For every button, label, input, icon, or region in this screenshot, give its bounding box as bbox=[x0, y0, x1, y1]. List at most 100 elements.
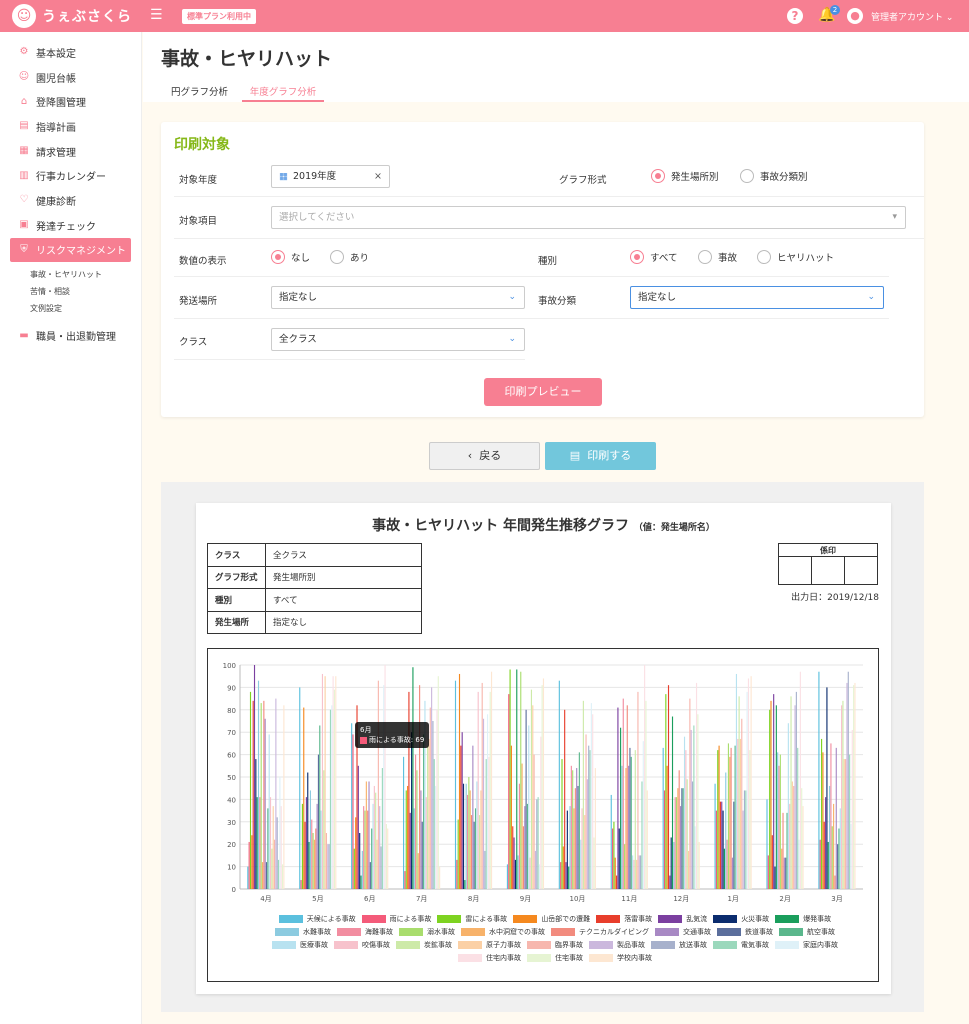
table-row: グラフ形式 発生場所別 bbox=[207, 565, 422, 589]
legend-label: 原子力事故 bbox=[486, 940, 521, 949]
bar bbox=[558, 680, 560, 889]
sidebar-item-4[interactable]: ▦ 請求管理 bbox=[0, 139, 141, 164]
category-select[interactable]: 指定なし ⌄ bbox=[630, 286, 884, 309]
help-icon[interactable]: ? bbox=[787, 8, 803, 24]
bar bbox=[403, 756, 405, 889]
sidebar-item-8[interactable]: ⛨ リスクマネジメント bbox=[10, 237, 131, 263]
bar bbox=[718, 745, 720, 889]
legend-item[interactable]: 天候による事故 bbox=[278, 912, 356, 925]
legend-label: 火災事故 bbox=[741, 914, 770, 923]
legend-item[interactable]: 溺水事故 bbox=[399, 925, 455, 938]
legend-item[interactable]: 原子力事故 bbox=[458, 938, 521, 951]
bar bbox=[574, 788, 576, 889]
legend-item[interactable]: 住宅事故 bbox=[527, 951, 583, 964]
tab-yearly-chart[interactable]: 年度グラフ分析 bbox=[242, 84, 324, 102]
legend-item[interactable]: 学校内事故 bbox=[589, 951, 652, 964]
radio-value-none[interactable]: なし bbox=[271, 250, 310, 264]
legend-item[interactable]: 放送事故 bbox=[651, 938, 707, 951]
report-title-text: 事故・ヒヤリハット 年間発生推移グラフ bbox=[372, 518, 629, 534]
legend-item[interactable]: 山岳部での遭難 bbox=[513, 912, 590, 925]
bar bbox=[304, 821, 306, 889]
bar bbox=[466, 794, 469, 889]
bar bbox=[269, 797, 272, 889]
sidebar-item-6[interactable]: ♡ 健康診断 bbox=[0, 188, 141, 213]
legend-label: 天候による事故 bbox=[306, 914, 356, 923]
submenu-item-template[interactable]: 文例設定 bbox=[30, 300, 141, 317]
legend-item[interactable]: 炭鉱事故 bbox=[396, 938, 452, 951]
x-tick-label: 9月 bbox=[520, 895, 531, 903]
tooltip-body: 雨による事故: 69 bbox=[360, 735, 424, 745]
legend-swatch bbox=[775, 914, 800, 923]
tooltip-text: 雨による事故: 69 bbox=[369, 736, 425, 744]
legend-item[interactable]: 臨界事故 bbox=[527, 938, 583, 951]
legend-item[interactable]: 雷による事故 bbox=[437, 912, 507, 925]
legend-item[interactable]: 航空事故 bbox=[779, 925, 835, 938]
legend-item[interactable]: 咬傷事故 bbox=[334, 938, 390, 951]
legend-item[interactable]: 雨による事故 bbox=[361, 912, 431, 925]
sidebar-item-0[interactable]: ⚙ 基本設定 bbox=[0, 40, 141, 65]
radio-kind-nearmiss[interactable]: ヒヤリハット bbox=[757, 250, 834, 264]
bar bbox=[307, 772, 309, 889]
legend-item[interactable]: 交通事故 bbox=[655, 925, 711, 938]
app-logo[interactable]: ☺ うぇぶさくら bbox=[12, 4, 132, 28]
legend-item[interactable]: 海難事故 bbox=[337, 925, 393, 938]
sidebar-item-1[interactable]: ☺ 園児台帳 bbox=[0, 65, 141, 90]
legend-item[interactable]: 鉄道事故 bbox=[717, 925, 773, 938]
print-button[interactable]: ▤ 印刷する bbox=[545, 442, 656, 470]
legend-item[interactable]: 火災事故 bbox=[713, 912, 769, 925]
legend-item[interactable]: 電気事故 bbox=[713, 938, 769, 951]
user-avatar-icon[interactable]: ● bbox=[847, 8, 863, 24]
radio-graph-category[interactable]: 事故分類別 bbox=[740, 169, 808, 183]
radio-kind-accident[interactable]: 事故 bbox=[698, 250, 737, 264]
bar bbox=[303, 707, 305, 889]
menu-toggle-icon[interactable]: ☰ bbox=[150, 7, 163, 23]
sidebar-item-7[interactable]: ▣ 発達チェック bbox=[0, 213, 141, 238]
bar bbox=[485, 759, 487, 889]
bar bbox=[524, 806, 526, 889]
bar bbox=[726, 839, 728, 889]
legend-label: 鉄道事故 bbox=[745, 927, 773, 936]
legend-item[interactable]: 乱気流 bbox=[658, 912, 707, 925]
bar bbox=[853, 685, 855, 889]
bar bbox=[311, 819, 313, 889]
user-menu[interactable]: 管理者アカウント ⌄ bbox=[871, 10, 953, 23]
legend-item[interactable]: 爆発事故 bbox=[775, 912, 831, 925]
radio-kind-all[interactable]: すべて bbox=[630, 250, 677, 264]
legend-item[interactable]: 製品事故 bbox=[589, 938, 645, 951]
sidebar-item-label: 請求管理 bbox=[36, 147, 76, 159]
legend-item[interactable]: テクニカルダイビング bbox=[551, 925, 649, 938]
bar bbox=[417, 853, 419, 889]
legend-swatch bbox=[527, 953, 551, 962]
legend-item[interactable]: 家庭内事故 bbox=[775, 938, 838, 951]
bar bbox=[456, 859, 458, 889]
clear-icon[interactable]: × bbox=[374, 166, 382, 187]
sidebar-item-5[interactable]: ▥ 行事カレンダー bbox=[0, 163, 141, 188]
legend-item[interactable]: 水難事故 bbox=[275, 925, 331, 938]
submenu-item-complaint[interactable]: 苦情・相談 bbox=[30, 283, 141, 300]
bar bbox=[413, 808, 415, 889]
back-button[interactable]: ‹ 戻る bbox=[429, 442, 540, 470]
sidebar-item-3[interactable]: ▤ 指導計画 bbox=[0, 114, 141, 139]
radio-label: なし bbox=[291, 253, 311, 264]
bar bbox=[484, 850, 486, 889]
legend-item[interactable]: 落雷事故 bbox=[596, 912, 652, 925]
bar bbox=[565, 862, 567, 889]
legend-item[interactable]: 水中洞窟での事故 bbox=[461, 925, 545, 938]
sidebar-item-staff[interactable]: ▬ 職員・出退勤管理 bbox=[0, 323, 141, 348]
year-picker[interactable]: ▦ 2019年度 × bbox=[271, 165, 390, 188]
submenu-item-accident[interactable]: 事故・ヒヤリハット bbox=[30, 266, 141, 283]
radio-graph-place[interactable]: 発生場所別 bbox=[651, 169, 719, 183]
bar bbox=[476, 781, 478, 889]
bar bbox=[778, 765, 780, 889]
legend-item[interactable]: 住宅内事故 bbox=[458, 951, 521, 964]
class-select[interactable]: 全クラス ⌄ bbox=[271, 328, 525, 351]
place-select[interactable]: 指定なし ⌄ bbox=[271, 286, 525, 309]
radio-value-show[interactable]: あり bbox=[330, 250, 369, 264]
print-preview-button[interactable]: 印刷プレビュー bbox=[484, 378, 602, 406]
sidebar-item-2[interactable]: ⌂ 登降園管理 bbox=[0, 89, 141, 114]
radio-dot bbox=[651, 169, 665, 183]
tab-pie-chart[interactable]: 円グラフ分析 bbox=[171, 84, 228, 102]
bar bbox=[335, 676, 337, 889]
target-select[interactable]: 選択してください ▾ bbox=[271, 206, 906, 229]
legend-item[interactable]: 医療事故 bbox=[272, 938, 328, 951]
